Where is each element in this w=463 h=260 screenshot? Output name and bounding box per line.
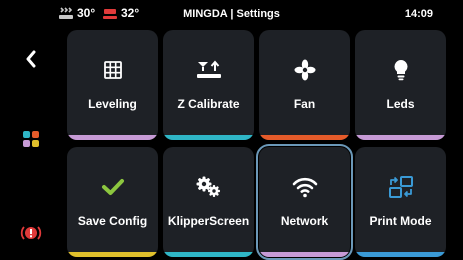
main-menu-icon xyxy=(23,131,39,147)
menu-tile-label: Fan xyxy=(293,97,316,111)
menu-tile-stripe xyxy=(355,135,446,140)
menu-tile-save-config[interactable]: Save Config xyxy=(67,147,158,257)
menu-tile-klipperscreen[interactable]: KlipperScreen xyxy=(163,147,254,257)
menu-tile-label: Leveling xyxy=(88,97,137,111)
fan-icon xyxy=(294,59,315,81)
emergency-stop-button[interactable] xyxy=(16,218,46,248)
page-title: MINGDA | Settings xyxy=(183,8,280,20)
clock: 14:09 xyxy=(404,8,433,20)
menu-tile-label: KlipperScreen xyxy=(167,214,250,228)
emergency-stop-icon xyxy=(20,226,42,240)
menu-tile-label: Z Calibrate xyxy=(177,97,240,111)
bulb-icon xyxy=(394,60,407,81)
menu-tile-label: Network xyxy=(280,214,329,228)
back-button[interactable] xyxy=(16,44,46,74)
menu-tile-label: Print Mode xyxy=(369,214,432,228)
menu-tile-stripe xyxy=(163,135,254,140)
z-calibrate-icon xyxy=(196,60,221,78)
menu-tile-leds[interactable]: Leds xyxy=(355,30,446,140)
menu-tile-stripe xyxy=(67,135,158,140)
print-mode-icon xyxy=(388,176,413,198)
checkmark-icon xyxy=(101,179,124,195)
grid-icon xyxy=(103,61,122,79)
menu-tile-z-calibrate[interactable]: Z Calibrate xyxy=(163,30,254,140)
menu-tile-stripe xyxy=(163,252,254,257)
gears-icon xyxy=(196,176,220,197)
menu-tile-leveling[interactable]: Leveling xyxy=(67,30,158,140)
menu-tile-fan[interactable]: Fan xyxy=(259,30,350,140)
menu-tile-label: Leds xyxy=(386,97,415,111)
wifi-icon xyxy=(292,177,317,198)
menu-tile-label: Save Config xyxy=(77,214,148,228)
menu-tile-stripe xyxy=(355,252,446,257)
menu-tile-network[interactable]: Network xyxy=(256,144,353,260)
menu-tile-stripe xyxy=(67,252,158,257)
main-menu-button[interactable] xyxy=(16,124,46,154)
chevron-left-icon xyxy=(26,50,36,68)
status-bar: 30° 32° MINGDA | Settings 14:09 xyxy=(0,0,463,26)
menu-tile-print-mode[interactable]: Print Mode xyxy=(355,147,446,257)
menu-tile-stripe xyxy=(259,135,350,140)
menu-tile-stripe xyxy=(259,252,350,257)
